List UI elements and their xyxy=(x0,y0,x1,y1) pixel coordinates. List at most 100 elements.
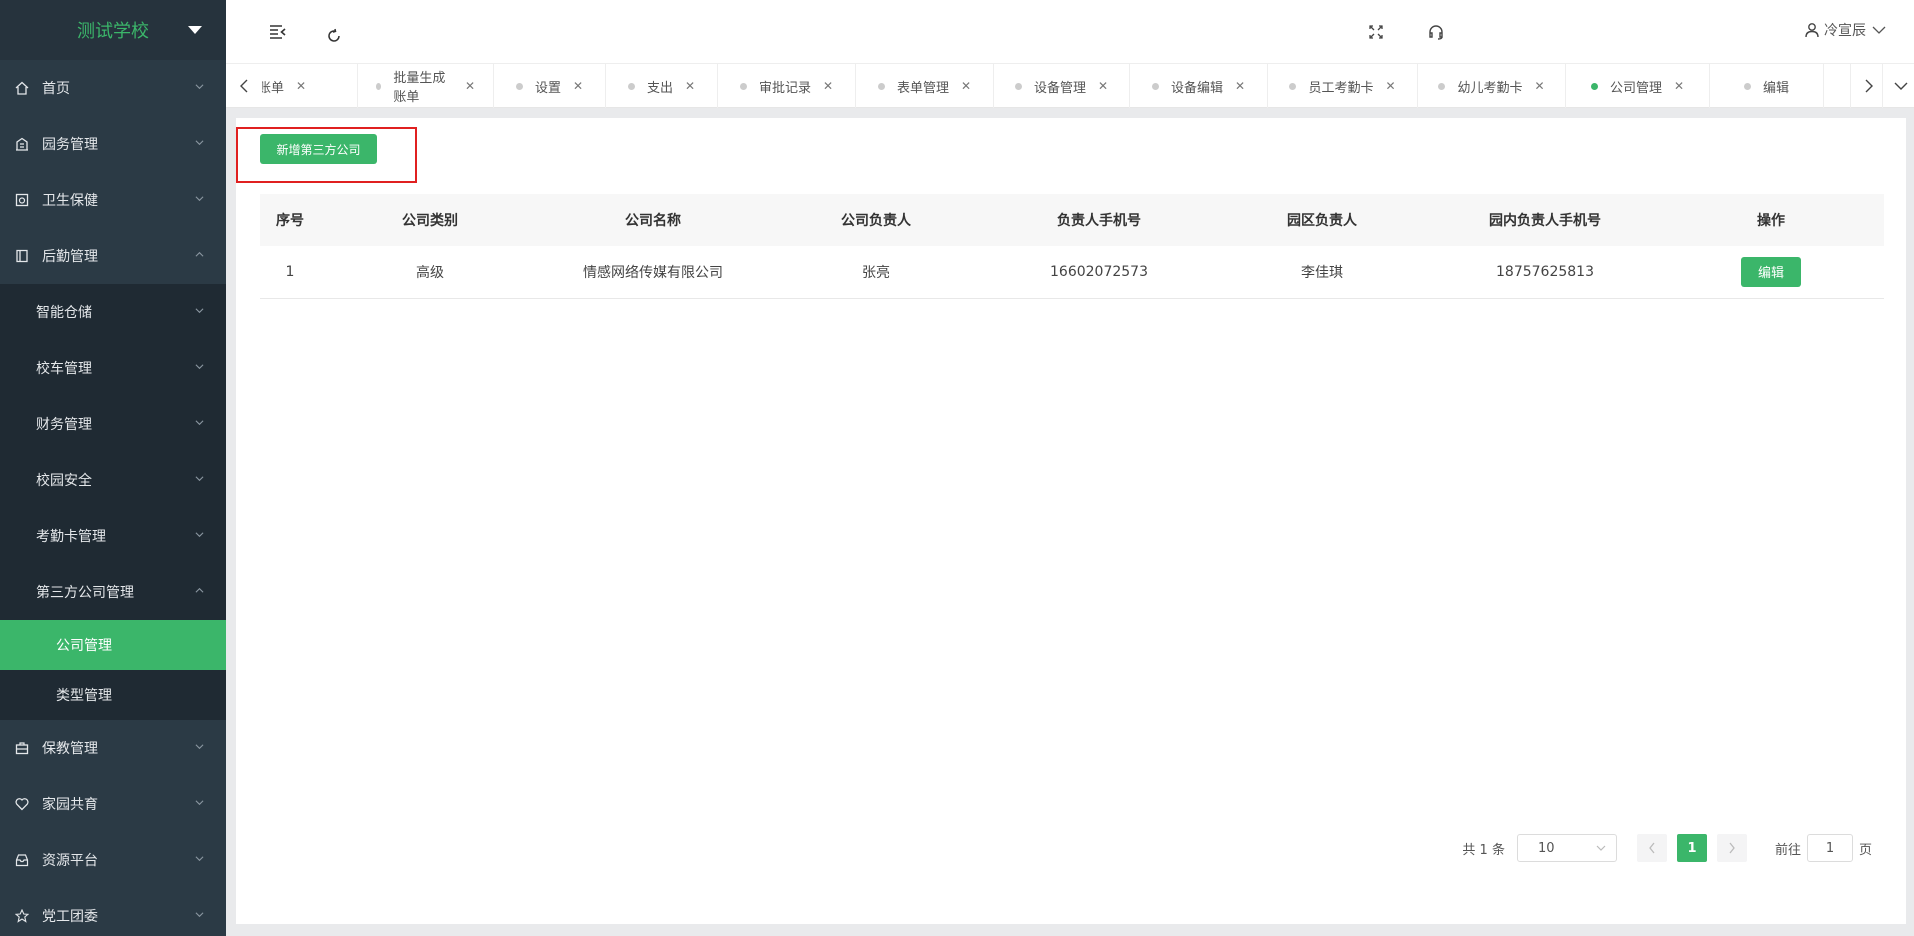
sidebar-item-attendance-card[interactable]: 考勤卡管理 xyxy=(0,508,226,564)
sidebar-item-resources[interactable]: 资源平台 xyxy=(0,832,226,888)
close-icon[interactable]: ✕ xyxy=(1385,79,1395,93)
collapse-menu-icon[interactable] xyxy=(266,20,290,44)
tab-status-dot xyxy=(376,82,382,90)
sidebar-item-logistics[interactable]: 后勤管理 xyxy=(0,228,226,284)
cell-no: 1 xyxy=(260,246,320,299)
briefcase-icon xyxy=(14,740,30,756)
tab-label: 员工考勤卡 xyxy=(1308,80,1374,96)
chevron-down-icon xyxy=(195,84,204,90)
headset-icon[interactable] xyxy=(1424,20,1448,44)
user-name: 冷宣辰 xyxy=(1824,23,1866,39)
sidebar-item-party[interactable]: 党工团委 xyxy=(0,888,226,936)
page-number-current[interactable]: 1 xyxy=(1676,834,1707,862)
close-icon[interactable]: ✕ xyxy=(961,79,971,93)
tab-label: 批量生成账单 xyxy=(393,71,446,105)
tab-scroll-left-icon[interactable] xyxy=(226,64,262,108)
tab-bar: 账单 ✕ 批量生成账单 ✕ 设置 ✕ 支出 ✕ 审批记录 ✕ 表单管理 ✕ 设备管理 ✕ 设备… xyxy=(226,64,1914,108)
chevron-down-icon xyxy=(1596,845,1606,851)
tab-bill[interactable]: 账单 ✕ xyxy=(262,64,358,108)
tab-staff-card[interactable]: 员工考勤卡 ✕ xyxy=(1268,64,1418,108)
col-header-park-manager: 园区负责人 xyxy=(1212,194,1432,246)
tab-edit[interactable]: 编辑 xyxy=(1710,64,1824,108)
goto-suffix: 页 xyxy=(1858,842,1872,858)
sidebar-item-finance[interactable]: 财务管理 xyxy=(0,396,226,452)
sidebar-item-safety[interactable]: 校园安全 xyxy=(0,452,226,508)
refresh-icon[interactable] xyxy=(322,24,346,48)
main-content: 新增第三方公司 序号 公司类别 公司名称 公司负责人 负责人手机号 园区负责人 … xyxy=(236,118,1906,924)
tab-label: 设备管理 xyxy=(1033,80,1086,96)
table-row: 1 高级 情感网络传媒有限公司 张亮 16602072573 李佳琪 18757… xyxy=(260,246,1884,299)
tab-device-edit[interactable]: 设备编辑 ✕ xyxy=(1130,64,1268,108)
next-page-button[interactable] xyxy=(1716,834,1747,862)
sidebar-item-type-management[interactable]: 类型管理 xyxy=(0,670,226,720)
chevron-down-icon xyxy=(195,800,204,806)
tab-label: 编辑 xyxy=(1762,80,1789,96)
tab-company-management[interactable]: 公司管理 ✕ xyxy=(1566,64,1710,108)
close-icon[interactable]: ✕ xyxy=(1534,79,1544,93)
goto-page-input[interactable]: 1 xyxy=(1806,834,1853,862)
sidebar-item-label: 考勤卡管理 xyxy=(36,529,106,545)
sidebar-item-home[interactable]: 首页 xyxy=(0,60,226,116)
close-icon[interactable]: ✕ xyxy=(296,79,306,93)
sidebar-item-label: 校车管理 xyxy=(36,361,92,377)
sidebar-item-third-party[interactable]: 第三方公司管理 xyxy=(0,564,226,620)
star-icon xyxy=(14,908,30,924)
close-icon[interactable]: ✕ xyxy=(573,79,583,93)
sidebar-item-label: 园务管理 xyxy=(42,137,98,153)
sidebar-item-health[interactable]: 卫生保健 xyxy=(0,172,226,228)
sidebar-item-education[interactable]: 保教管理 xyxy=(0,720,226,776)
sidebar-item-label: 资源平台 xyxy=(42,853,98,869)
prev-page-button[interactable] xyxy=(1636,834,1667,862)
add-third-party-company-button[interactable]: 新增第三方公司 xyxy=(260,134,377,164)
user-menu[interactable]: 冷宣辰 xyxy=(1804,20,1886,40)
cell-park-manager: 李佳琪 xyxy=(1212,246,1432,299)
close-icon[interactable]: ✕ xyxy=(1098,79,1108,93)
tab-label: 幼儿考勤卡 xyxy=(1457,80,1523,96)
sidebar-item-bus[interactable]: 校车管理 xyxy=(0,340,226,396)
book-icon xyxy=(14,248,30,264)
tab-child-card[interactable]: 幼儿考勤卡 ✕ xyxy=(1418,64,1566,108)
close-icon[interactable]: ✕ xyxy=(823,79,833,93)
close-icon[interactable]: ✕ xyxy=(1235,79,1245,93)
cell-manager: 张亮 xyxy=(766,246,986,299)
tab-scroll-right-icon[interactable] xyxy=(1850,64,1886,108)
close-icon[interactable]: ✕ xyxy=(465,79,475,93)
tab-expense[interactable]: 支出 ✕ xyxy=(606,64,718,108)
table-header-row: 序号 公司类别 公司名称 公司负责人 负责人手机号 园区负责人 园内负责人手机号… xyxy=(260,194,1884,246)
close-icon[interactable]: ✕ xyxy=(1674,79,1684,93)
tab-label: 支出 xyxy=(646,80,673,96)
top-header: 冷宣辰 xyxy=(226,0,1914,64)
tab-status-dot xyxy=(515,82,523,90)
tab-forms[interactable]: 表单管理 ✕ xyxy=(856,64,994,108)
cell-actions: 编辑 xyxy=(1658,246,1884,299)
col-header-actions: 操作 xyxy=(1658,194,1884,246)
tab-status-dot xyxy=(1438,82,1446,90)
tab-devices[interactable]: 设备管理 ✕ xyxy=(994,64,1130,108)
sidebar-item-label: 首页 xyxy=(42,81,70,97)
sidebar-item-home-school[interactable]: 家园共育 xyxy=(0,776,226,832)
fullscreen-icon[interactable] xyxy=(1364,20,1388,44)
goto-prefix: 前往 xyxy=(1774,842,1801,858)
tab-status-dot xyxy=(1014,82,1022,90)
user-icon xyxy=(1805,23,1819,38)
sidebar-item-admin[interactable]: 园务管理 xyxy=(0,116,226,172)
cell-park-phone: 18757625813 xyxy=(1432,246,1658,299)
page-size-select[interactable]: 10 xyxy=(1516,834,1617,862)
sidebar-item-company-management[interactable]: 公司管理 xyxy=(0,620,226,670)
logistics-submenu: 智能仓储 校车管理 财务管理 校园安全 考勤卡管理 第三方公司管理 公司管理 类… xyxy=(0,284,226,720)
health-icon xyxy=(14,192,30,208)
tab-status-dot xyxy=(877,82,885,90)
school-switcher[interactable]: 测试学校 xyxy=(0,0,226,60)
cell-category: 高级 xyxy=(320,246,540,299)
tab-approval[interactable]: 审批记录 ✕ xyxy=(718,64,856,108)
sidebar-item-label: 校园安全 xyxy=(36,473,92,489)
tab-settings[interactable]: 设置 ✕ xyxy=(494,64,606,108)
tab-label: 设备编辑 xyxy=(1170,80,1223,96)
tab-menu-chevron-icon[interactable] xyxy=(1882,64,1914,108)
sidebar-item-warehouse[interactable]: 智能仓储 xyxy=(0,284,226,340)
cell-manager-phone: 16602072573 xyxy=(986,246,1212,299)
edit-button[interactable]: 编辑 xyxy=(1741,256,1801,287)
close-icon[interactable]: ✕ xyxy=(685,79,695,93)
tab-status-dot xyxy=(1743,82,1751,90)
tab-batch-bill[interactable]: 批量生成账单 ✕ xyxy=(358,64,494,108)
